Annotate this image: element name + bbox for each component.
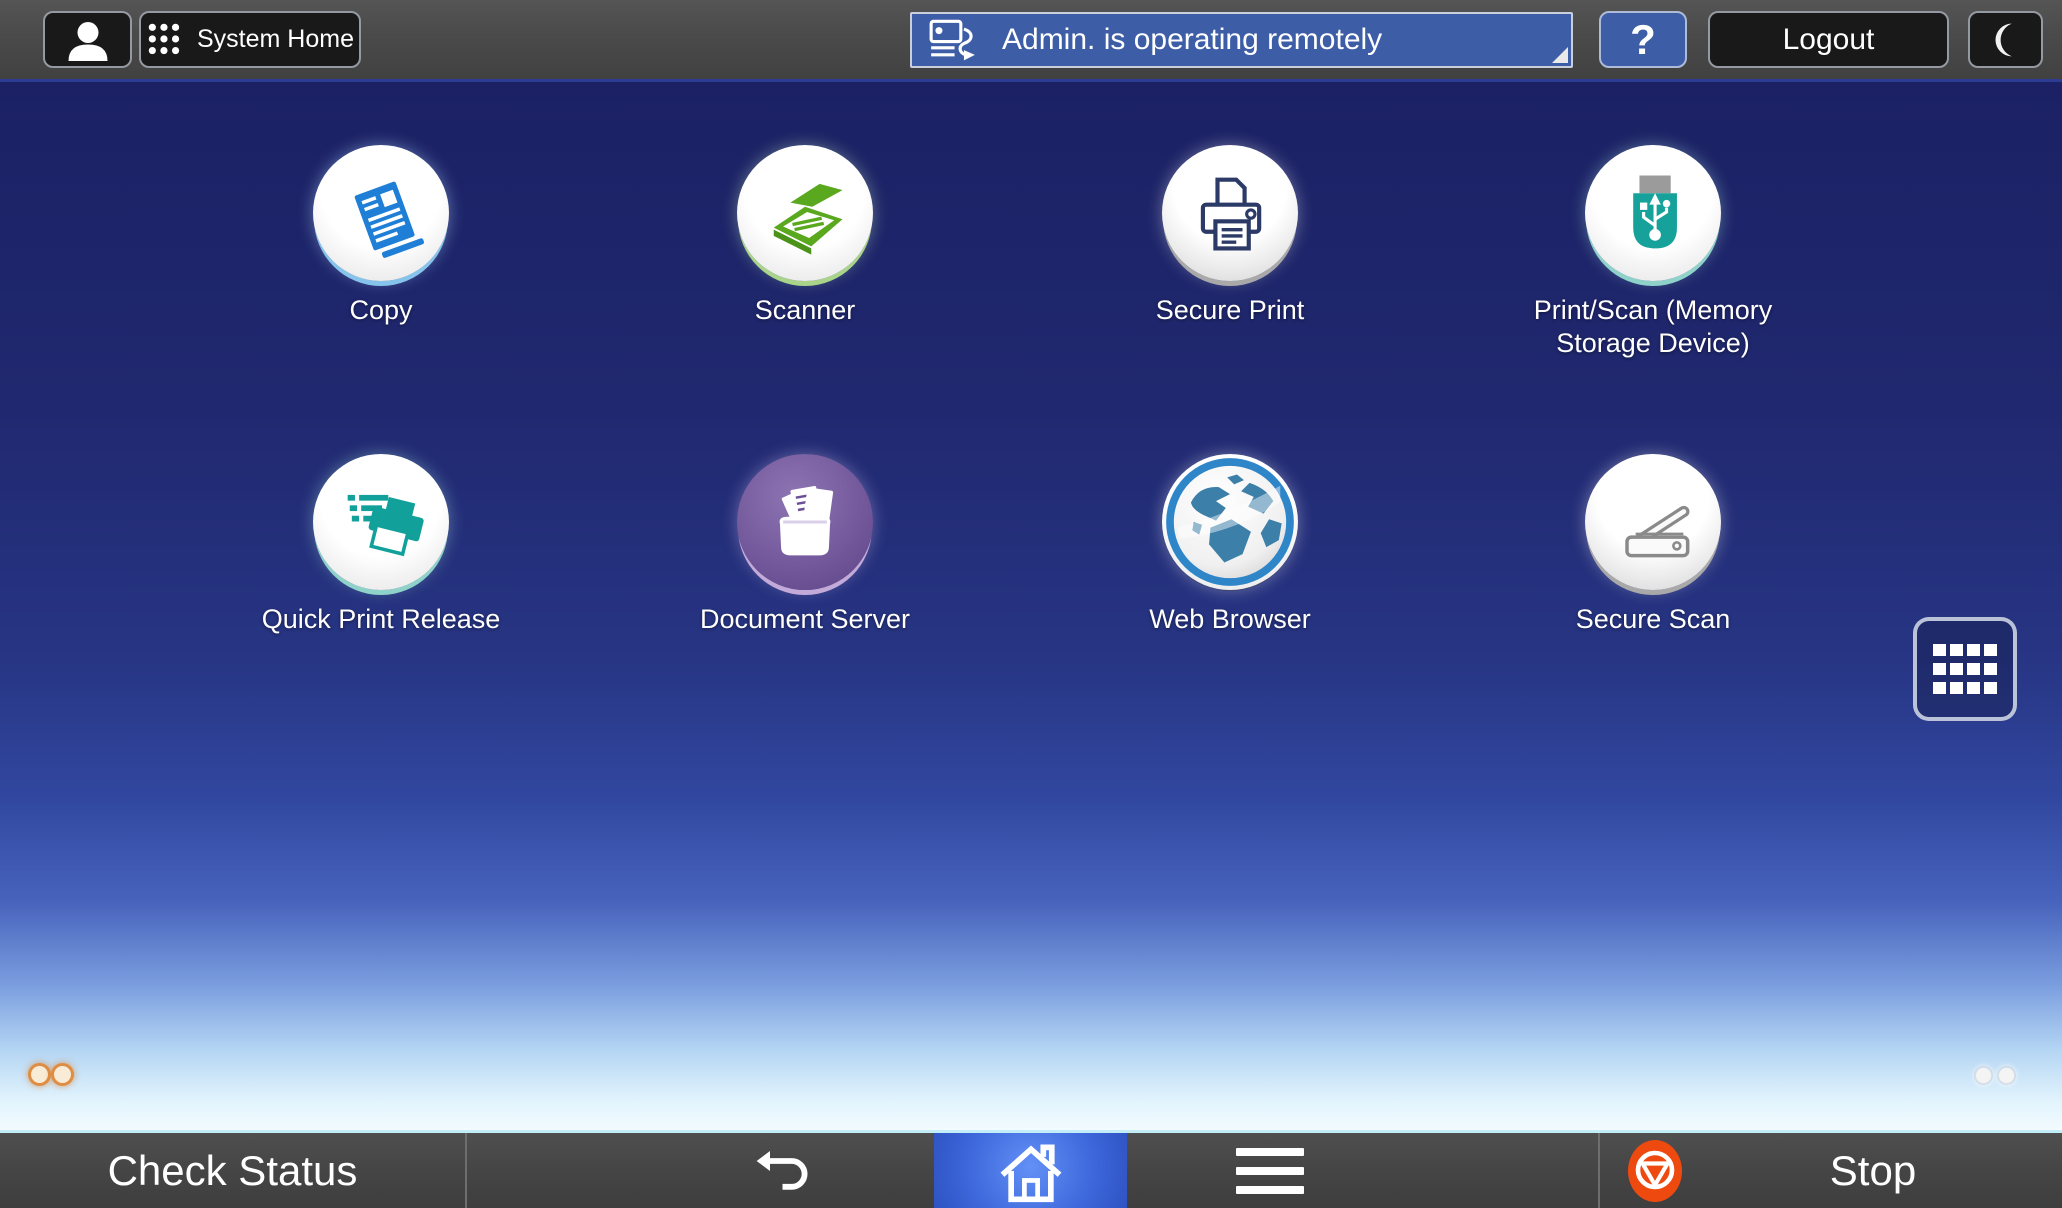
app-label: Quick Print Release <box>211 603 551 636</box>
page-dot-right-1[interactable] <box>1976 1068 1991 1083</box>
secure-scan-icon-circle <box>1585 454 1721 590</box>
web-browser-icon-circle <box>1162 454 1298 590</box>
user-login-button[interactable] <box>43 11 132 68</box>
scanner-icon <box>755 163 855 263</box>
stop-button[interactable]: Stop <box>1598 1133 2062 1208</box>
copy-icon-circle <box>313 145 449 281</box>
app-tile-secure-print[interactable]: Secure Print <box>1060 145 1400 327</box>
app-label: Secure Scan <box>1483 603 1823 636</box>
back-button[interactable] <box>665 1133 905 1208</box>
page-dot-left-1[interactable] <box>31 1066 48 1083</box>
menu-icon <box>1234 1146 1306 1196</box>
back-arrow-icon <box>752 1141 818 1201</box>
usb-memory-icon-circle <box>1585 145 1721 281</box>
moon-energy-saver-icon <box>1985 16 2027 64</box>
document-server-icon <box>755 472 855 572</box>
page-dot-left-2[interactable] <box>54 1066 71 1083</box>
stop-icon <box>1626 1138 1684 1204</box>
remote-operation-icon <box>926 15 980 65</box>
app-tile-copy[interactable]: Copy <box>211 145 551 327</box>
remote-operation-banner[interactable]: Admin. is operating remotely <box>910 12 1573 68</box>
dots-grid-icon <box>146 21 184 59</box>
remote-banner-label: Admin. is operating remotely <box>1002 23 1382 57</box>
app-label: Web Browser <box>1060 603 1400 636</box>
smart-operation-panel: System Home Admin. is operating remotely… <box>0 0 2062 1208</box>
help-button[interactable]: ? <box>1599 11 1687 68</box>
app-tile-scanner[interactable]: Scanner <box>635 145 975 327</box>
quick-print-release-icon <box>331 472 431 572</box>
app-label: Document Server <box>635 603 975 636</box>
app-label: Copy <box>211 294 551 327</box>
user-icon <box>61 16 115 64</box>
secure-print-icon-circle <box>1162 145 1298 281</box>
home-button[interactable] <box>934 1133 1127 1208</box>
secure-scan-icon <box>1601 470 1705 574</box>
energy-saver-button[interactable] <box>1968 11 2043 68</box>
banner-corner-triangle <box>1552 47 1568 63</box>
usb-memory-icon <box>1603 163 1703 263</box>
top-bar: System Home Admin. is operating remotely… <box>0 0 2062 79</box>
app-label: Print/Scan (Memory Storage Device) <box>1483 294 1823 360</box>
system-home-label: System Home <box>197 25 354 54</box>
app-label: Scanner <box>635 294 975 327</box>
bottom-bar: Check Status <box>0 1133 2062 1208</box>
all-apps-launcher-button[interactable] <box>1913 617 2017 721</box>
page-dot-right-2[interactable] <box>1999 1068 2014 1083</box>
system-home-button[interactable]: System Home <box>139 11 361 68</box>
logout-label: Logout <box>1783 23 1875 57</box>
app-tile-quick-print-release[interactable]: Quick Print Release <box>211 454 551 636</box>
check-status-button[interactable]: Check Status <box>0 1133 465 1208</box>
copy-icon <box>331 163 431 263</box>
menu-button[interactable] <box>1150 1133 1390 1208</box>
app-tile-web-browser[interactable]: Web Browser <box>1060 454 1400 636</box>
check-status-label: Check Status <box>108 1147 358 1195</box>
app-tile-secure-scan[interactable]: Secure Scan <box>1483 454 1823 636</box>
app-tile-document-server[interactable]: Document Server <box>635 454 975 636</box>
app-tile-print-scan-memory[interactable]: Print/Scan (Memory Storage Device) <box>1483 145 1823 360</box>
secure-print-icon <box>1180 163 1280 263</box>
home-screen: Copy Scanner <box>0 79 2062 1133</box>
app-label: Secure Print <box>1060 294 1400 327</box>
document-server-icon-circle <box>737 454 873 590</box>
stop-label: Stop <box>1758 1147 1988 1195</box>
home-icon <box>996 1137 1066 1205</box>
scanner-icon-circle <box>737 145 873 281</box>
logout-button[interactable]: Logout <box>1708 11 1949 68</box>
bottom-bar-divider <box>465 1133 467 1208</box>
help-icon: ? <box>1630 16 1656 64</box>
app-grid-icon <box>1932 643 1998 695</box>
quick-print-release-icon-circle <box>313 454 449 590</box>
web-browser-globe-icon <box>1163 455 1297 589</box>
